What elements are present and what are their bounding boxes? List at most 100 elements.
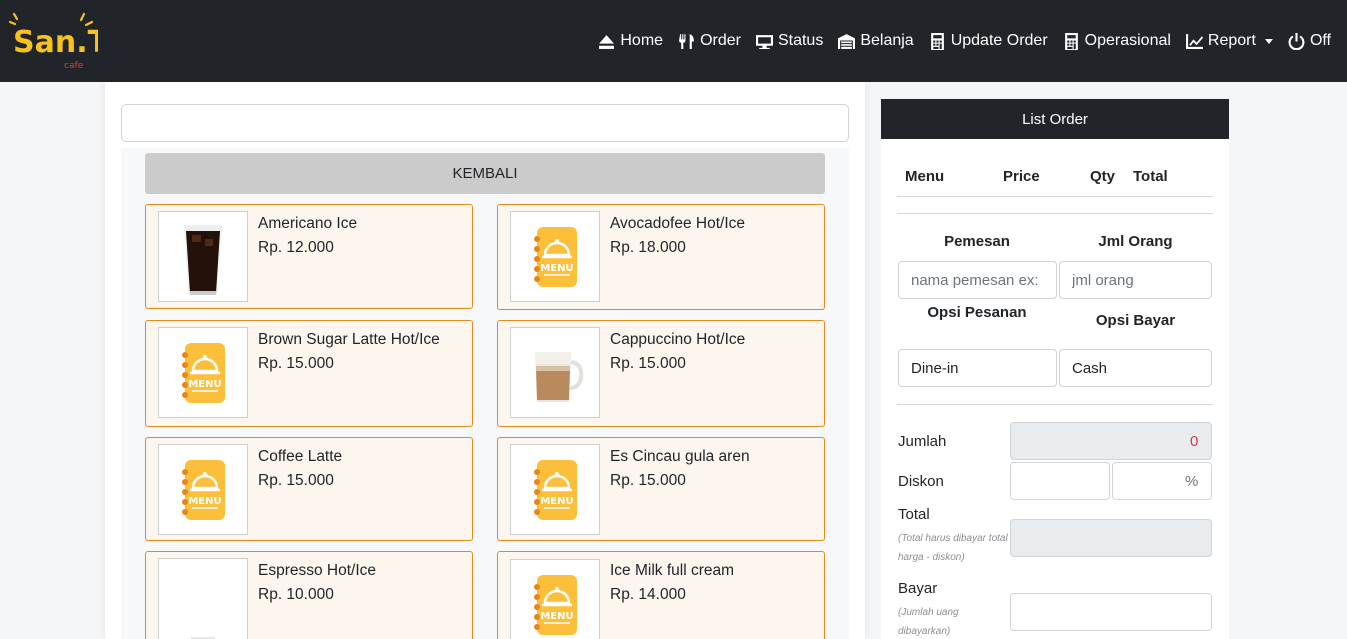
menu-item-price: Rp. 10.000	[258, 586, 334, 603]
opsi-bayar-label: Opsi Bayar	[1095, 312, 1176, 329]
navbar: San.Te cafe Home Order Status Belanja Up…	[0, 0, 1347, 82]
percent-sign: %	[1185, 473, 1199, 490]
nav-belanja-label: Belanja	[860, 32, 914, 49]
menu-item-name: Cappuccino Hot/Ice	[610, 331, 746, 348]
menu-placeholder-icon: MENU	[510, 444, 600, 535]
menu-item-name: Ice Milk full cream	[610, 562, 735, 579]
menu-placeholder-icon: MENU	[158, 327, 248, 418]
menu-panel: KEMBALI Americano Ice Rp. 12.000 MENU Av…	[105, 82, 865, 639]
menu-placeholder-icon: MENU	[510, 559, 600, 639]
opsi-pesanan-label: Opsi Pesanan	[927, 304, 1027, 321]
sante-logo[interactable]: San.Te cafe	[8, 10, 98, 72]
menu-item-price: Rp. 15.000	[610, 355, 686, 372]
nav-update-order-label: Update Order	[950, 32, 1048, 49]
svg-text:cafe: cafe	[64, 61, 84, 71]
monitor-icon	[755, 34, 773, 49]
power-icon	[1288, 32, 1305, 50]
menu-item-card[interactable]: MENU Coffee Latte Rp. 15.000	[145, 437, 473, 541]
list-order-header: List Order	[881, 99, 1229, 139]
svg-text:MENU: MENU	[540, 263, 573, 274]
calculator-icon	[930, 32, 944, 50]
nav-order[interactable]: Order	[678, 32, 741, 50]
svg-text:San.Te: San.Te	[13, 25, 98, 60]
menu-item-name: Espresso Hot/Ice	[258, 562, 377, 579]
divider	[897, 213, 1213, 214]
calculator-icon	[1064, 32, 1078, 50]
menu-item-price: Rp. 15.000	[258, 472, 334, 489]
order-panel: Menu Price Qty Total Pemesan Jml Orang O…	[881, 139, 1229, 639]
menu-item-card[interactable]: MENU Avocadofee Hot/Ice Rp. 18.000	[497, 204, 825, 310]
menu-item-name: Brown Sugar Latte Hot/Ice	[258, 331, 440, 348]
nav-update-order[interactable]: Update Order	[929, 32, 1048, 50]
total-label: Total	[898, 506, 930, 523]
menu-item-price: Rp. 12.000	[258, 239, 334, 256]
menu-item-card[interactable]: MENU Es Cincau gula aren Rp. 15.000	[497, 437, 825, 541]
jml-orang-label: Jml Orang	[1098, 233, 1173, 250]
nav-operasional[interactable]: Operasional	[1063, 32, 1171, 50]
menu-item-name: Americano Ice	[258, 215, 358, 232]
nav-report-label: Report	[1207, 32, 1256, 49]
nav-home[interactable]: Home	[598, 32, 663, 50]
menu-item-price: Rp. 18.000	[610, 239, 686, 256]
utensils-icon	[679, 33, 694, 49]
menu-item-price: Rp. 15.000	[258, 355, 334, 372]
nav-operasional-label: Operasional	[1084, 32, 1171, 49]
opsi-pesanan-select[interactable]: Dine-in	[898, 349, 1057, 387]
menu-item-card[interactable]: MENU Ice Milk full cream Rp. 14.000	[497, 551, 825, 639]
nav-belanja[interactable]: Belanja	[838, 32, 914, 50]
menu-item-name: Es Cincau gula aren	[610, 448, 750, 465]
svg-text:MENU: MENU	[540, 611, 573, 622]
main-nav: Home Order Status Belanja Update Order O…	[598, 0, 1331, 82]
pemesan-input[interactable]	[898, 261, 1057, 299]
nav-status-label: Status	[777, 32, 824, 49]
nav-status[interactable]: Status	[755, 32, 824, 50]
bayar-input[interactable]	[1010, 593, 1212, 631]
warehouse-icon	[838, 33, 856, 49]
menu-item-card[interactable]: MENU Brown Sugar Latte Hot/Ice Rp. 15.00…	[145, 320, 473, 427]
column-header-menu: Menu	[905, 168, 945, 185]
iced-coffee-photo	[158, 211, 248, 302]
diskon-amount-input[interactable]	[1010, 462, 1110, 500]
opsi-bayar-select[interactable]: Cash	[1059, 349, 1212, 387]
menu-placeholder-icon: MENU	[510, 211, 600, 302]
svg-text:MENU: MENU	[188, 496, 221, 507]
cappuccino-photo	[510, 327, 600, 418]
bayar-note: (Jumlah uang dibayarkan)	[898, 607, 959, 637]
menu-item-price: Rp. 14.000	[610, 586, 686, 603]
column-header-total: Total	[1133, 168, 1168, 185]
menu-item-name: Avocadofee Hot/Ice	[610, 215, 745, 232]
diskon-label: Diskon	[898, 473, 944, 490]
divider	[897, 196, 1213, 197]
menu-placeholder-icon: MENU	[158, 444, 248, 535]
bayar-label: Bayar	[898, 580, 938, 597]
jml-orang-input[interactable]	[1059, 261, 1212, 299]
column-header-qty: Qty	[1090, 168, 1116, 185]
menu-item-card[interactable]: Americano Ice Rp. 12.000	[145, 204, 473, 309]
back-button[interactable]: KEMBALI	[145, 153, 825, 194]
menu-item-card[interactable]: Espresso Hot/Ice Rp. 10.000	[145, 551, 473, 639]
pemesan-label: Pemesan	[944, 233, 1010, 250]
chevron-down-icon	[1264, 38, 1273, 44]
total-note: (Total harus dibayar total harga - disko…	[898, 533, 1008, 563]
total-field	[1010, 519, 1212, 557]
jumlah-label: Jumlah	[898, 433, 947, 450]
nav-off-label: Off	[1309, 32, 1331, 49]
jumlah-value: 0	[1190, 433, 1199, 450]
menu-grid: KEMBALI Americano Ice Rp. 12.000 MENU Av…	[121, 148, 849, 639]
search-input[interactable]	[121, 104, 849, 142]
nav-home-label: Home	[620, 32, 664, 49]
menu-item-card[interactable]: Cappuccino Hot/Ice Rp. 15.000	[497, 320, 825, 427]
nav-report-dropdown[interactable]: Report	[1185, 32, 1273, 50]
divider	[897, 404, 1213, 405]
nav-off[interactable]: Off	[1288, 32, 1331, 50]
menu-item-name: Coffee Latte	[258, 448, 343, 465]
menu-item-price: Rp. 15.000	[610, 472, 686, 489]
line-chart-icon	[1185, 33, 1203, 49]
espresso-photo	[158, 558, 248, 639]
svg-text:MENU: MENU	[188, 379, 221, 390]
jumlah-field	[1010, 422, 1212, 460]
column-header-price: Price	[1003, 168, 1040, 185]
svg-text:MENU: MENU	[540, 496, 573, 507]
eject-icon	[599, 34, 615, 49]
nav-order-label: Order	[700, 32, 741, 49]
